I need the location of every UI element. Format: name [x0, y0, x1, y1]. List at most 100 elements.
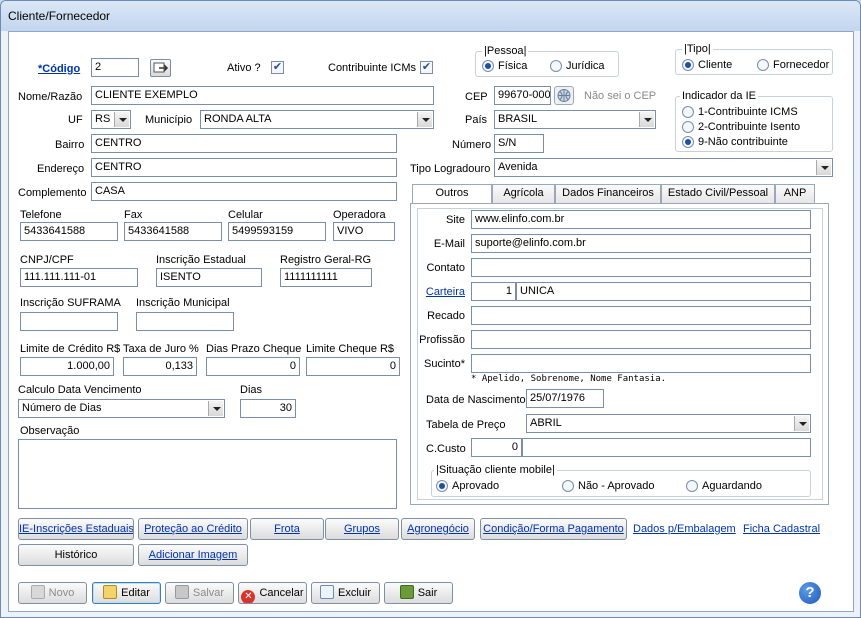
protecao-credito-button[interactable]: Proteção ao Crédito — [138, 518, 248, 540]
tipo-fornecedor-label: Fornecedor — [773, 59, 830, 71]
condicao-pagamento-label: Condição/Forma Pagamento — [483, 523, 624, 535]
cep-lookup-button[interactable] — [554, 86, 574, 105]
bairro-input[interactable]: CENTRO — [91, 134, 397, 153]
nao-sei-cep-link[interactable]: Não sei o CEP — [584, 90, 656, 102]
tipo-fornecedor-radio[interactable] — [757, 59, 769, 71]
cancelar-button[interactable]: ✕ Cancelar — [238, 582, 307, 604]
email-input[interactable]: suporte@elinfo.com.br — [471, 234, 811, 253]
adicionar-imagem-button[interactable]: Adicionar Imagem — [138, 544, 248, 566]
nascimento-input[interactable]: 25/07/1976 — [526, 389, 604, 408]
situacao-nao-aprovado-radio[interactable] — [562, 480, 574, 492]
save-icon — [174, 585, 189, 599]
cnpj-input[interactable]: 111.111.111-01 — [20, 268, 138, 287]
historico-button[interactable]: Histórico — [18, 544, 134, 566]
agronegocio-button[interactable]: Agronegócio — [401, 518, 475, 540]
sair-button[interactable]: Sair — [384, 582, 453, 604]
complemento-input[interactable]: CASA — [91, 182, 397, 201]
situacao-aprovado-radio[interactable] — [436, 480, 448, 492]
tab-estado-civil[interactable]: Estado Civil/Pessoal — [661, 184, 775, 203]
tipo-label: Tipo — [686, 43, 708, 55]
observacao-textarea[interactable] — [18, 439, 397, 509]
pessoa-juridica-radio[interactable] — [550, 60, 562, 72]
condicao-pagamento-button[interactable]: Condição/Forma Pagamento — [480, 518, 627, 540]
ie-isento-label: 2-Contribuinte Isento — [698, 121, 801, 133]
editar-button[interactable]: Editar — [92, 582, 161, 604]
contribuinte-checkbox[interactable]: ✔ — [420, 61, 433, 74]
contato-input[interactable] — [471, 258, 811, 277]
chevron-down-icon — [114, 112, 129, 127]
ie-inscricoes-button[interactable]: IE-Inscrições Estaduais — [18, 518, 134, 540]
situacao-nao-aprovado-label: Não - Aprovado — [578, 480, 655, 492]
carteira-link[interactable]: Carteira — [421, 286, 465, 298]
limite-credito-input[interactable]: 1.000,00 — [20, 357, 114, 376]
profissao-input[interactable] — [471, 330, 811, 349]
dias-prazo-cheque-input[interactable]: 0 — [206, 357, 300, 376]
celular-input[interactable]: 5499593159 — [228, 222, 326, 241]
pessoa-fisica-label: Física — [498, 60, 528, 72]
salvar-button[interactable]: Salvar — [165, 582, 234, 604]
tab-dados-financeiros[interactable]: Dados Financeiros — [555, 184, 661, 203]
tipo-group-label: |Tipo| — [682, 43, 713, 55]
cep-input[interactable]: 99670-000 — [494, 86, 551, 105]
situacao-group-label: |Situação cliente mobile| — [434, 464, 557, 476]
taxa-juro-input[interactable]: 0,133 — [123, 357, 197, 376]
limite-cheque-input[interactable]: 0 — [306, 357, 400, 376]
codigo-input[interactable]: 2 — [91, 58, 139, 77]
grupos-label: Grupos — [343, 523, 381, 535]
site-label: Site — [446, 214, 465, 226]
ie-inscricoes-label: IE-Inscrições Estaduais — [19, 523, 134, 535]
inscricao-municipal-input[interactable] — [136, 312, 234, 331]
ccusto-code-input[interactable]: 0 — [471, 438, 522, 457]
fax-input[interactable]: 5433641588 — [124, 222, 222, 241]
frota-button[interactable]: Frota — [250, 518, 324, 540]
calculo-vencimento-select[interactable]: Número de Dias — [18, 399, 225, 418]
tab-agricola[interactable]: Agrícola — [492, 184, 555, 203]
ccusto-name-input[interactable] — [522, 438, 811, 457]
ie-isento-radio[interactable] — [682, 121, 694, 133]
sucinto-input[interactable] — [471, 354, 811, 373]
endereco-input[interactable]: CENTRO — [91, 158, 397, 177]
pais-select[interactable]: BRASIL — [494, 110, 656, 129]
tab-anp[interactable]: ANP — [775, 184, 815, 203]
delete-icon — [319, 585, 334, 599]
tipo-cliente-radio[interactable] — [682, 59, 694, 71]
pessoa-fisica-radio[interactable] — [482, 60, 494, 72]
edit-icon — [103, 585, 118, 599]
pessoa-label: Pessoa — [486, 45, 524, 57]
search-codigo-button[interactable] — [150, 59, 171, 77]
numero-input[interactable]: S/N — [494, 134, 544, 153]
ie-nao-contribuinte-radio[interactable] — [682, 136, 694, 148]
uf-select[interactable]: RS — [91, 110, 131, 129]
tabela-preco-value: ABRIL — [530, 417, 562, 429]
nome-input[interactable]: CLIENTE EXEMPLO — [91, 86, 434, 105]
municipio-select[interactable]: RONDA ALTA — [200, 110, 434, 129]
situacao-aguardando-radio[interactable] — [686, 480, 698, 492]
contato-label: Contato — [426, 262, 465, 274]
telefone-input[interactable]: 5433641588 — [20, 222, 118, 241]
operadora-input[interactable]: VIVO — [333, 222, 395, 241]
tipo-logradouro-select[interactable]: Avenida — [494, 158, 833, 177]
inscricao-estadual-label: Inscrição Estadual — [156, 254, 246, 266]
observacao-label: Observação — [20, 425, 80, 437]
inscricao-estadual-input[interactable]: ISENTO — [156, 268, 262, 287]
uf-value: RS — [95, 113, 111, 125]
novo-button[interactable]: Novo — [18, 582, 87, 604]
tab-outros[interactable]: Outros — [412, 184, 492, 205]
dados-embalagem-link[interactable]: Dados p/Embalagem — [633, 523, 736, 535]
excluir-button[interactable]: Excluir — [311, 582, 380, 604]
ficha-cadastral-link[interactable]: Ficha Cadastral — [743, 523, 820, 535]
codigo-label[interactable]: *Código — [38, 63, 80, 75]
rg-input[interactable]: 1111111111 — [280, 268, 372, 287]
fax-label: Fax — [124, 209, 143, 221]
site-input[interactable]: www.elinfo.com.br — [471, 210, 811, 229]
carteira-code-input[interactable]: 1 — [471, 282, 516, 301]
recado-input[interactable] — [471, 306, 811, 325]
help-icon[interactable]: ? — [799, 582, 821, 604]
ie-contribuinte-radio[interactable] — [682, 106, 694, 118]
suframa-input[interactable] — [20, 312, 118, 331]
carteira-name-input[interactable]: UNICA — [516, 282, 811, 301]
grupos-button[interactable]: Grupos — [325, 518, 399, 540]
ativo-checkbox[interactable]: ✔ — [271, 61, 284, 74]
dias-input[interactable]: 30 — [240, 399, 296, 418]
tabela-preco-select[interactable]: ABRIL — [526, 414, 811, 433]
